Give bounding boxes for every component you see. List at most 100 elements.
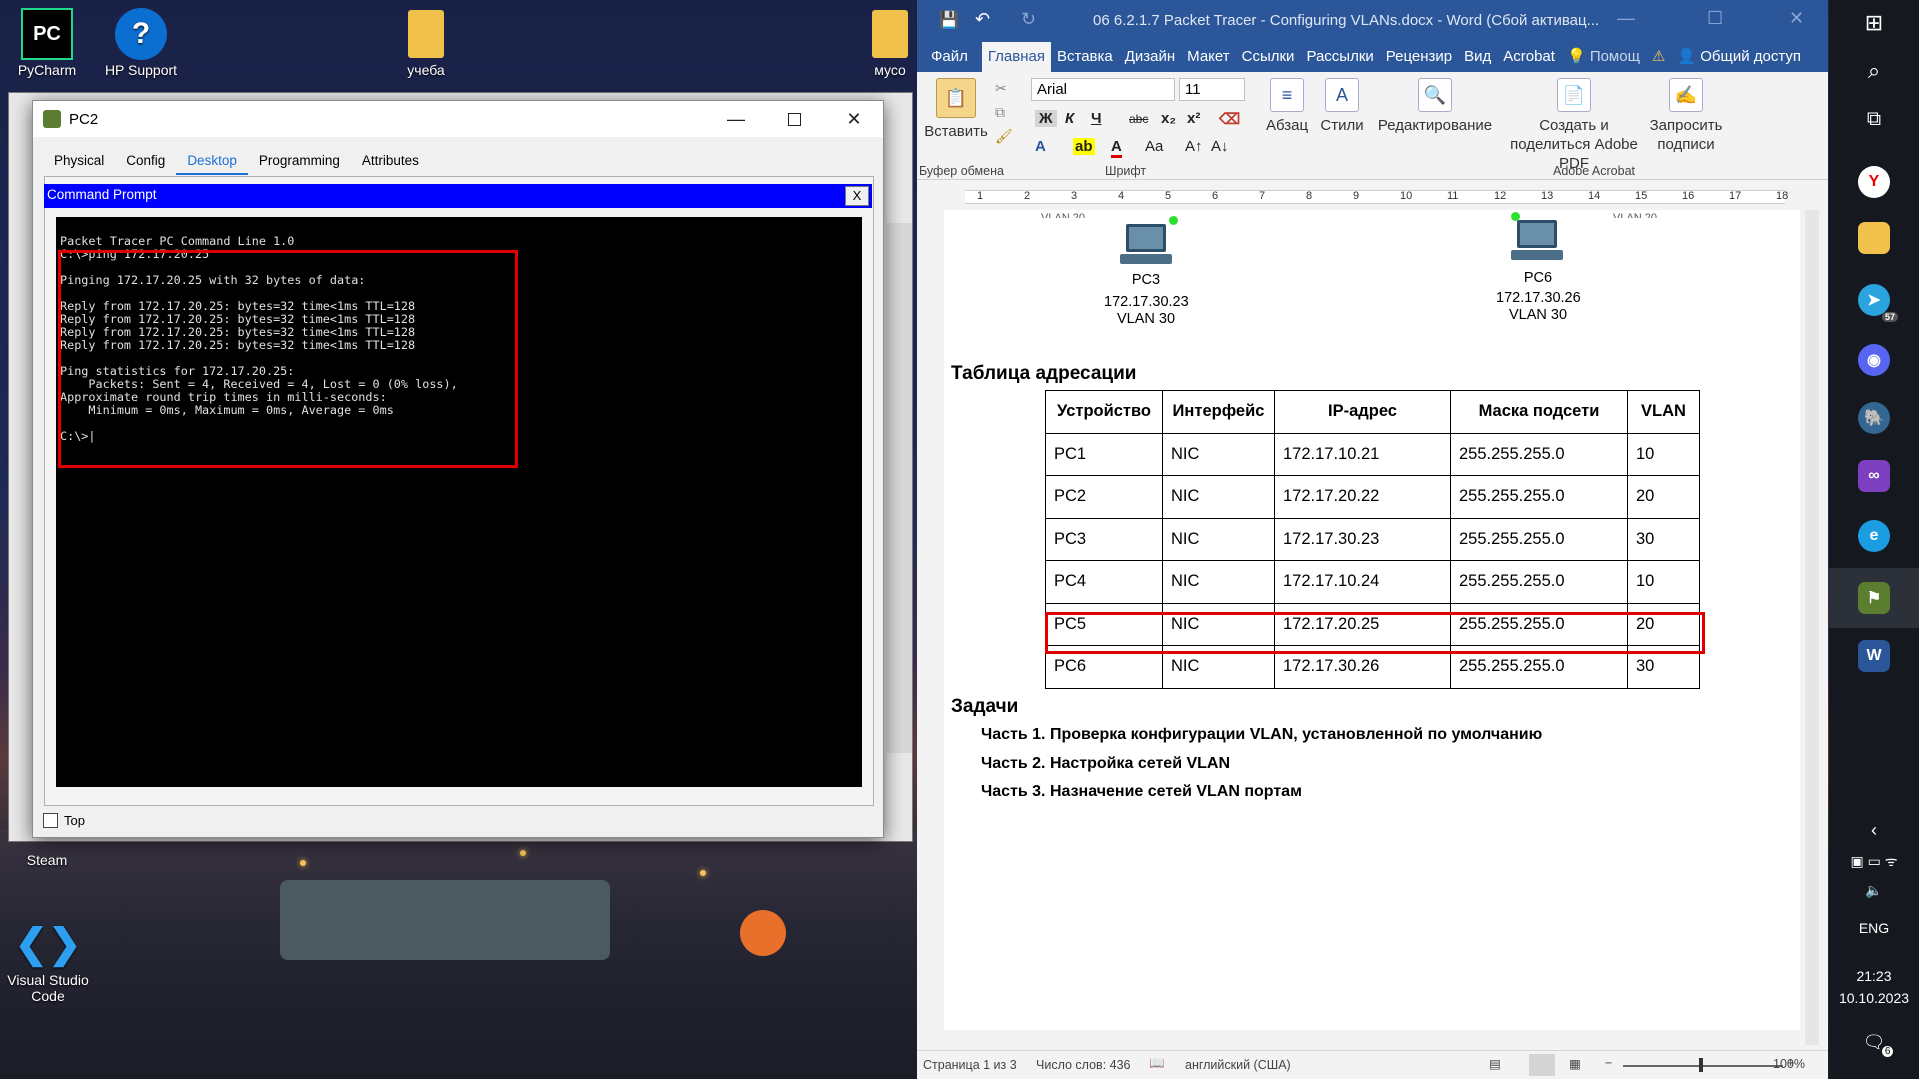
editing-button[interactable]: 🔍 Редактирование [1371, 78, 1499, 135]
cut-icon[interactable]: ✂ [995, 80, 1007, 97]
yandex-browser-button[interactable]: Y [1829, 166, 1919, 198]
visual-studio-button[interactable]: ∞ [1829, 460, 1919, 492]
copy-icon[interactable]: ⧉ [995, 104, 1005, 121]
command-prompt-close-button[interactable]: X [845, 186, 869, 206]
change-case-button[interactable]: Aa [1145, 138, 1163, 155]
grow-font-button[interactable]: A↑ [1185, 138, 1203, 155]
clock-date[interactable]: 10.10.2023 [1829, 990, 1919, 1006]
tab-design[interactable]: Дизайн [1119, 42, 1181, 72]
tab-config[interactable]: Config [115, 149, 176, 175]
maximize-button[interactable] [765, 101, 823, 137]
tab-desktop[interactable]: Desktop [176, 149, 248, 175]
desktop-icon-folder-study[interactable]: учеба [384, 8, 468, 78]
notification-icon: 🗨 6 [1863, 1032, 1894, 1057]
system-tray-icons[interactable]: ▣ ▭ ᯤ [1829, 852, 1919, 871]
tab-physical[interactable]: Physical [43, 149, 115, 175]
web-layout-icon[interactable]: ▦ [1569, 1056, 1581, 1071]
save-icon[interactable]: 💾 [939, 10, 959, 30]
discord-button[interactable]: ◉ [1829, 344, 1919, 376]
show-hidden-icons[interactable]: ‹ [1829, 820, 1919, 841]
close-button[interactable]: ✕ [825, 101, 883, 137]
desktop-icon-hp-support[interactable]: ? HP Support [99, 8, 183, 78]
desktop-icon-steam[interactable]: Steam [5, 852, 89, 868]
shrink-font-button[interactable]: A↓ [1211, 138, 1229, 155]
top-checkbox[interactable]: Top [43, 813, 85, 828]
clock-time[interactable]: 21:23 [1829, 968, 1919, 984]
postgres-button[interactable]: 🐘 [1829, 402, 1919, 434]
table-cell: NIC [1162, 517, 1275, 561]
undo-icon[interactable]: ↶ [975, 9, 990, 30]
desktop-icon-folder-trash[interactable]: мусо [862, 8, 918, 78]
strikethrough-button[interactable]: abc [1129, 112, 1148, 126]
volume-icon[interactable]: 🔈 [1829, 882, 1919, 899]
search-button[interactable]: ⌕ [1829, 58, 1919, 84]
tab-acrobat[interactable]: Acrobat [1497, 42, 1561, 72]
desktop-icon-vscode[interactable]: ❮❯ Visual Studio Code [5, 918, 91, 1004]
minimize-button[interactable]: — [707, 101, 765, 137]
font-size-select[interactable]: 11 [1179, 78, 1245, 101]
proofing-icon[interactable]: 📖 [1149, 1056, 1165, 1071]
page-count[interactable]: Страница 1 из 3 [923, 1058, 1017, 1072]
styles-button[interactable]: A Стили [1317, 78, 1367, 135]
pc6-ip: 172.17.30.26 [1496, 290, 1581, 307]
zoom-out-icon[interactable]: − [1605, 1056, 1612, 1070]
paragraph-button[interactable]: ≡ Абзац [1259, 78, 1315, 135]
pc2-titlebar[interactable]: PC2 — ✕ [33, 101, 883, 137]
print-layout-icon[interactable] [1529, 1054, 1555, 1076]
task-view-button[interactable]: ⧉ [1829, 108, 1919, 131]
superscript-button[interactable]: x² [1187, 110, 1200, 127]
tab-insert[interactable]: Вставка [1051, 42, 1119, 72]
text-effects-button[interactable]: A [1035, 138, 1046, 155]
scrollbar[interactable] [886, 223, 912, 753]
read-mode-icon[interactable]: ▤ [1489, 1056, 1501, 1071]
highlight-button[interactable]: ab [1073, 138, 1095, 155]
word-taskbar-button[interactable]: W [1829, 640, 1919, 672]
maximize-icon[interactable]: ☐ [1707, 8, 1723, 29]
clear-formatting-icon[interactable]: ⌫ [1219, 110, 1240, 128]
tab-programming[interactable]: Programming [248, 149, 351, 175]
tab-layout[interactable]: Макет [1181, 42, 1235, 72]
packet-tracer-taskbar-button[interactable]: ⚑ [1829, 568, 1919, 628]
warning-icon[interactable]: ⚠ [1646, 42, 1671, 72]
tab-mailings[interactable]: Рассылки [1300, 42, 1379, 72]
notifications-button[interactable]: 🗨 6 [1829, 1032, 1919, 1057]
bold-button[interactable]: Ж [1035, 110, 1057, 127]
font-name-select[interactable]: Arial [1031, 78, 1175, 101]
desktop-icon-pycharm[interactable]: PC PyCharm [5, 8, 89, 78]
tab-file[interactable]: Файл [917, 42, 982, 72]
zoom-level[interactable]: 100% [1773, 1057, 1805, 1071]
file-explorer-button[interactable] [1829, 222, 1919, 254]
paste-button[interactable]: 📋 Вставить [923, 78, 989, 141]
checkbox-box[interactable] [43, 813, 58, 828]
italic-button[interactable]: К [1065, 110, 1074, 127]
tell-me-box[interactable]: 💡 Помощ [1561, 42, 1646, 72]
create-pdf-button[interactable]: 📄 Создать и поделиться Adobe PDF [1507, 78, 1641, 173]
share-button[interactable]: 👤 Общий доступ [1671, 42, 1807, 72]
start-button[interactable]: ⊞ [1829, 10, 1919, 36]
table-cell: NIC [1162, 560, 1275, 604]
minimize-icon[interactable]: — [1617, 8, 1635, 29]
font-color-button[interactable]: A [1111, 138, 1122, 158]
underline-button[interactable]: Ч [1091, 110, 1102, 127]
language-status[interactable]: английский (США) [1185, 1058, 1291, 1072]
word-titlebar[interactable]: 💾 ↶ ↻ 06 6.2.1.7 Packet Tracer - Configu… [917, 0, 1828, 42]
edge-button[interactable]: e [1829, 520, 1919, 552]
word-count[interactable]: Число слов: 436 [1036, 1058, 1131, 1072]
telegram-button[interactable]: ➤ 57 [1829, 284, 1919, 322]
vertical-scrollbar[interactable] [1805, 210, 1819, 1045]
zoom-slider-thumb[interactable] [1699, 1058, 1703, 1072]
request-signatures-button[interactable]: ✍ Запросить подписи [1641, 78, 1731, 154]
hp-support-icon: ? [115, 8, 167, 60]
format-painter-icon[interactable]: 🖌 [995, 128, 1013, 145]
redo-icon[interactable]: ↻ [1021, 9, 1036, 30]
tab-attributes[interactable]: Attributes [351, 149, 430, 175]
horizontal-ruler[interactable]: 1 2 3 4 5 6 7 8 9 10 11 12 13 14 15 16 17 18 [917, 185, 1817, 209]
tab-home[interactable]: Главная [981, 42, 1051, 72]
tab-review[interactable]: Рецензир [1380, 42, 1458, 72]
subscript-button[interactable]: x₂ [1161, 110, 1176, 127]
zoom-slider[interactable] [1623, 1065, 1783, 1067]
tab-references[interactable]: Ссылки [1236, 42, 1301, 72]
language-indicator[interactable]: ENG [1829, 920, 1919, 936]
tab-view[interactable]: Вид [1458, 42, 1497, 72]
close-icon[interactable]: ✕ [1789, 8, 1804, 29]
